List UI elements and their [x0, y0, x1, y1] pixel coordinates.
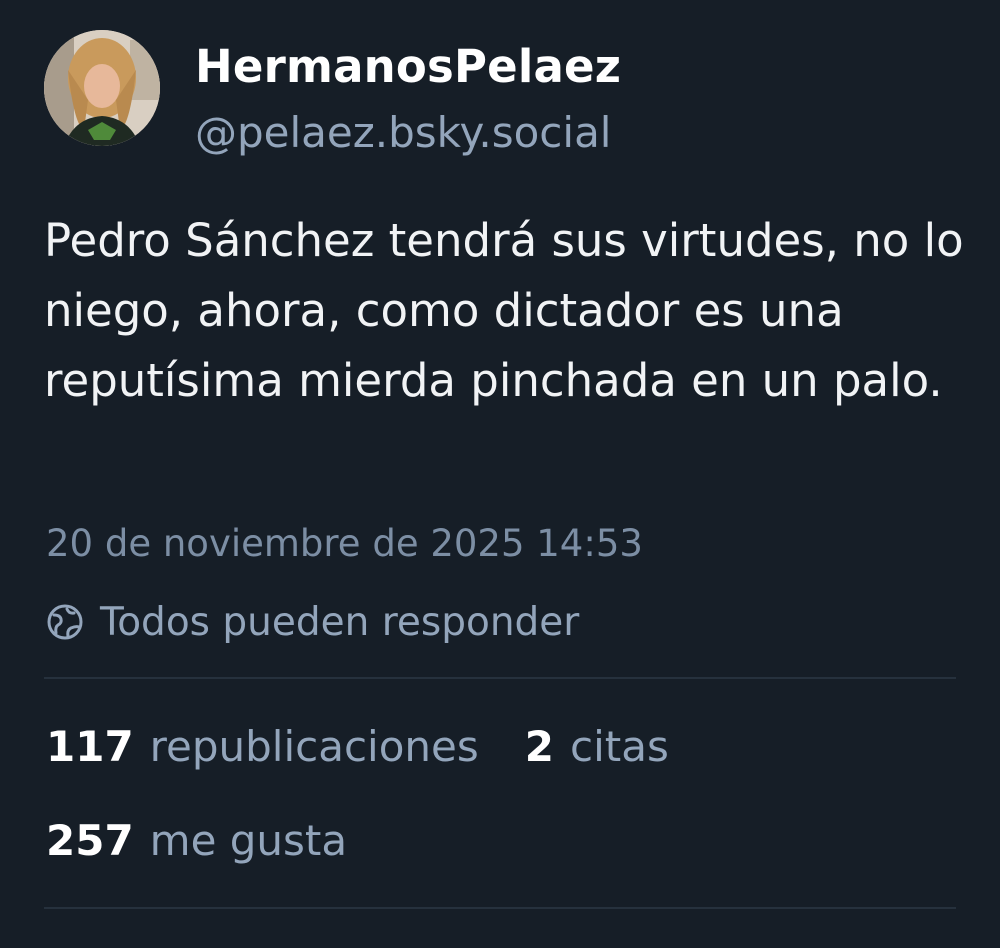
post-text: Pedro Sánchez tendrá sus virtudes, no lo…: [44, 214, 964, 407]
quotes-label: citas: [570, 722, 669, 771]
likes-label: me gusta: [149, 816, 348, 865]
author-handle[interactable]: @pelaez.bsky.social: [195, 108, 611, 157]
quotes-stat[interactable]: 2 citas: [525, 722, 669, 771]
divider: [44, 907, 956, 909]
post-thread-view: HermanosPelaez @pelaez.bsky.social Pedro…: [0, 0, 1000, 948]
likes-stat[interactable]: 257 me gusta: [46, 816, 347, 865]
globe-icon: [46, 603, 84, 641]
reposts-label: republicaciones: [149, 722, 479, 771]
quotes-count: 2: [524, 722, 554, 771]
reply-setting-label: Todos pueden responder: [100, 599, 580, 645]
likes-count: 257: [46, 816, 134, 865]
reply-setting: Todos pueden responder: [46, 596, 579, 648]
reposts-stat[interactable]: 117 republicaciones: [46, 722, 479, 771]
author-display-name[interactable]: HermanosPelaez: [195, 40, 621, 93]
reposts-count: 117: [46, 722, 134, 771]
stats-row: 117 republicaciones 2 citas: [46, 722, 715, 771]
divider: [44, 677, 956, 679]
post-timestamp: 20 de noviembre de 2025 14:53: [46, 522, 643, 565]
stats-row: 257 me gusta: [46, 816, 393, 865]
avatar[interactable]: [44, 30, 160, 146]
